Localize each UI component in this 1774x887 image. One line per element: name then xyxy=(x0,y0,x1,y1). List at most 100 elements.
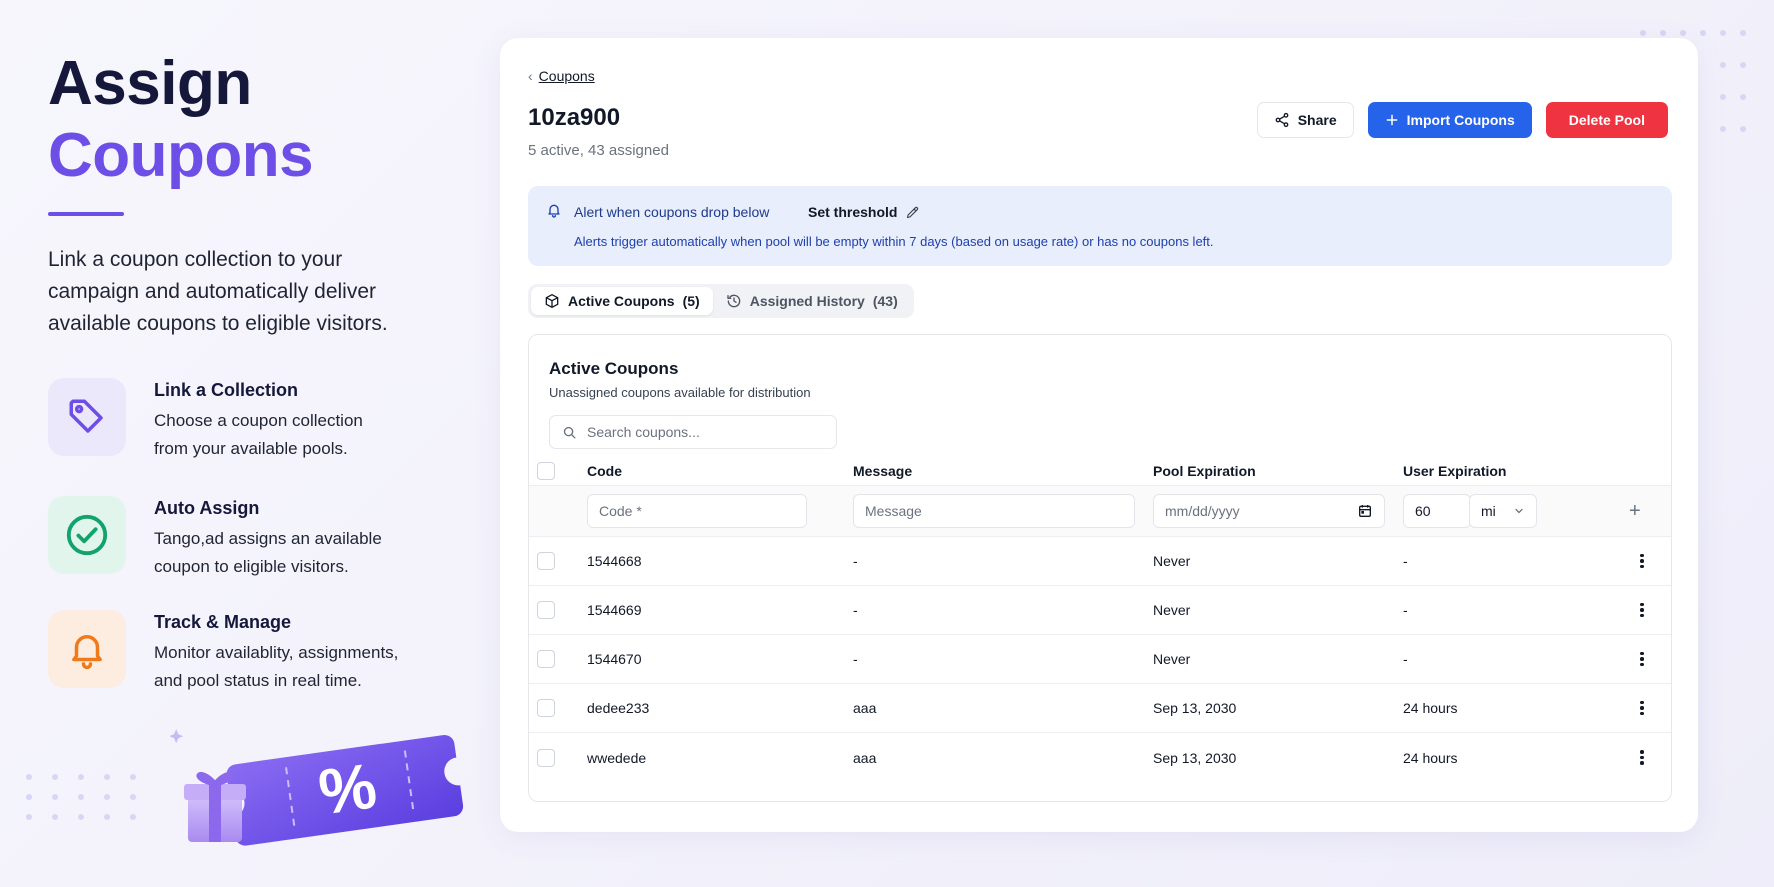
pool-expiration-date-input[interactable]: mm/dd/yyyy xyxy=(1153,494,1385,528)
cell-code: 1544668 xyxy=(587,553,642,569)
history-icon xyxy=(727,294,741,308)
tab-count: (43) xyxy=(872,293,898,309)
svg-text:%: % xyxy=(314,749,380,828)
bell-icon xyxy=(548,204,560,218)
header-actions: Share Import Coupons Delete Pool xyxy=(1256,102,1668,138)
hero-title: Assign Coupons xyxy=(48,48,468,192)
cell-code: dedee233 xyxy=(587,700,650,716)
row-checkbox[interactable] xyxy=(537,552,555,570)
table-row: wwedede aaa Sep 13, 2030 24 hours xyxy=(529,733,1671,782)
bell-icon xyxy=(48,610,126,688)
row-more-icon[interactable] xyxy=(1633,699,1651,717)
user-expiration-unit-select[interactable]: mi xyxy=(1469,494,1537,528)
cell-user-expiration: 24 hours xyxy=(1403,749,1458,766)
tab-label: Assigned History xyxy=(749,293,865,309)
feature-title: Auto Assign xyxy=(154,498,260,518)
user-expiration-input[interactable] xyxy=(1403,494,1471,528)
feature-title: Track & Manage xyxy=(154,612,292,632)
row-checkbox[interactable] xyxy=(537,699,555,717)
tab-label: Active Coupons xyxy=(568,293,675,309)
row-more-icon[interactable] xyxy=(1633,749,1651,767)
share-button-label: Share xyxy=(1297,112,1337,128)
new-coupon-row: mm/dd/yyyy mi + xyxy=(529,485,1671,537)
cell-message: - xyxy=(853,651,858,667)
row-more-icon[interactable] xyxy=(1633,650,1651,668)
feature-text: Tango,ad assigns an available coupon to e… xyxy=(154,529,382,576)
cell-user-expiration: - xyxy=(1403,553,1408,569)
table-row: 1544668 - Never - xyxy=(529,537,1671,586)
feature-auto-assign: Auto Assign Tango,ad assigns an availabl… xyxy=(48,496,428,581)
table-row: 1544670 - Never - xyxy=(529,635,1671,684)
feature-link-collection: Link a Collection Choose a coupon collec… xyxy=(48,378,428,463)
cell-code: wwedede xyxy=(587,749,647,766)
table-row: dedee233 aaa Sep 13, 2030 24 hours xyxy=(529,684,1671,733)
column-header-pool-expiration: Pool Expiration xyxy=(1153,463,1256,479)
page-title: 10za900 xyxy=(528,104,621,131)
alert-description: Alerts trigger automatically when pool w… xyxy=(574,234,1214,249)
cell-pool-expiration: Never xyxy=(1153,602,1191,618)
row-more-icon[interactable] xyxy=(1633,601,1651,619)
cell-pool-expiration: Never xyxy=(1153,553,1191,569)
coupon-gift-illustration: % xyxy=(170,729,464,846)
coupon-tabs: Active Coupons (5) Assigned History (43) xyxy=(528,284,914,318)
table-row: 1544669 - Never - xyxy=(529,586,1671,635)
tab-assigned-history[interactable]: Assigned History (43) xyxy=(713,287,911,315)
set-threshold-button[interactable]: Set threshold xyxy=(808,204,920,220)
coupon-table-body: 1544668 - Never - 1544669 - Never - 1544… xyxy=(529,537,1671,782)
alert-label: Alert when coupons drop below xyxy=(574,204,770,220)
active-coupons-panel: Active Coupons Unassigned coupons availa… xyxy=(528,334,1672,802)
calendar-icon xyxy=(1359,505,1371,517)
feature-text: Monitor availablity, assignments, and poo… xyxy=(154,643,399,690)
feature-track-manage: Track & Manage Monitor availablity, assi… xyxy=(48,610,428,695)
search-input[interactable] xyxy=(587,424,807,440)
select-all-checkbox[interactable] xyxy=(537,462,555,480)
check-circle-icon xyxy=(48,496,126,574)
share-icon xyxy=(1275,112,1289,128)
cell-pool-expiration: Never xyxy=(1153,651,1191,667)
row-more-icon[interactable] xyxy=(1633,552,1651,570)
column-header-code: Code xyxy=(587,463,622,479)
share-button[interactable]: Share xyxy=(1256,102,1354,138)
plus-icon xyxy=(1386,114,1398,126)
add-coupon-button[interactable]: + xyxy=(1629,500,1641,523)
feature-title: Link a Collection xyxy=(154,380,299,400)
chevron-down-icon xyxy=(1515,508,1523,514)
column-header-message: Message xyxy=(853,463,913,479)
tab-active-coupons[interactable]: Active Coupons (5) xyxy=(531,287,713,315)
pencil-icon xyxy=(907,206,919,218)
cell-message: - xyxy=(853,602,858,618)
message-input[interactable] xyxy=(853,494,1135,528)
panel-title: Active Coupons xyxy=(549,359,679,378)
row-checkbox[interactable] xyxy=(537,748,555,767)
breadcrumb-coupons-link[interactable]: Coupons xyxy=(539,68,595,84)
threshold-alert: Alert when coupons drop below Set thresh… xyxy=(528,186,1672,266)
column-header-user-expiration: User Expiration xyxy=(1403,463,1507,479)
code-input[interactable] xyxy=(587,494,807,528)
set-threshold-label: Set threshold xyxy=(808,204,898,220)
tab-count: (5) xyxy=(682,293,700,309)
pool-summary: 5 active, 43 assigned xyxy=(528,142,669,159)
breadcrumb: ‹ Coupons xyxy=(528,68,595,84)
row-checkbox[interactable] xyxy=(537,650,555,668)
cell-user-expiration: - xyxy=(1403,602,1408,618)
delete-pool-button[interactable]: Delete Pool xyxy=(1545,102,1668,138)
cell-user-expiration: - xyxy=(1403,651,1408,667)
cell-message: - xyxy=(853,553,858,569)
cell-message: aaa xyxy=(853,749,877,766)
cell-code: 1544669 xyxy=(587,602,642,618)
decorative-dots xyxy=(26,774,136,820)
hero-description: Link a coupon collection to your campaig… xyxy=(48,248,388,335)
date-placeholder: mm/dd/yyyy xyxy=(1165,503,1240,519)
hero-title-line2: Coupons xyxy=(48,121,314,190)
import-coupons-button-label: Import Coupons xyxy=(1406,112,1515,128)
search-icon xyxy=(563,426,576,438)
row-checkbox[interactable] xyxy=(537,601,555,619)
cell-pool-expiration: Sep 13, 2030 xyxy=(1153,749,1237,766)
chevron-left-icon: ‹ xyxy=(528,68,533,84)
panel-subtitle: Unassigned coupons available for distrib… xyxy=(549,385,811,400)
cell-user-expiration: 24 hours xyxy=(1403,700,1458,716)
cell-code: 1544670 xyxy=(587,651,642,667)
delete-pool-button-label: Delete Pool xyxy=(1568,112,1645,128)
import-coupons-button[interactable]: Import Coupons xyxy=(1367,102,1532,138)
hero-title-line1: Assign xyxy=(48,49,252,118)
